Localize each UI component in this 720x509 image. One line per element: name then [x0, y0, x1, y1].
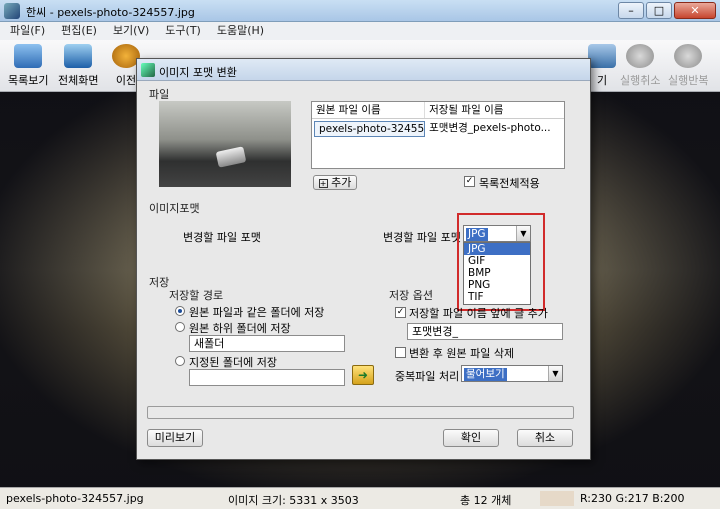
save-group-label: 저장 — [149, 276, 170, 289]
menu-bar: 파일(F) 편집(E) 보기(V) 도구(T) 도움말(H) — [0, 22, 720, 40]
dialog-icon — [141, 63, 155, 77]
col-saved-header[interactable]: 저장될 파일 이름 — [425, 102, 564, 118]
redo-button[interactable]: 실행반복 — [668, 44, 708, 88]
color-swatch — [540, 491, 574, 506]
menu-help[interactable]: 도움말(H) — [217, 22, 264, 40]
apply-all-checkbox[interactable]: ✓ — [464, 176, 475, 187]
file-group-label: 파일 — [149, 88, 170, 101]
sub-folder-label: 원본 하위 폴더에 저장 — [189, 322, 291, 335]
prefix-checkbox[interactable]: ✓ — [395, 307, 406, 318]
window-controls: – □ ✕ — [618, 2, 716, 19]
sub-folder-input[interactable]: 새폴더 — [189, 335, 345, 352]
status-rgb: R:230 G:217 B:200 — [580, 492, 685, 505]
custom-folder-label: 지정된 폴더에 저장 — [189, 356, 277, 369]
title-bar: 한씨 - pexels-photo-324557.jpg – □ ✕ — [0, 0, 720, 22]
duplicate-select[interactable]: 물어보기 ▼ — [461, 365, 563, 382]
list-view-icon — [14, 44, 43, 68]
convert-format-label-2: 변경할 파일 포맷 — [383, 231, 461, 244]
same-folder-radio[interactable] — [175, 306, 185, 316]
progress-bar — [147, 406, 574, 419]
status-filename: pexels-photo-324557.jpg — [6, 492, 144, 505]
format-convert-dialog: 이미지 포맷 변환 파일 원본 파일 이름 저장될 파일 이름 pexels-p… — [136, 58, 591, 460]
convert-format-label: 변경할 파일 포맷 — [183, 231, 261, 244]
file-row[interactable]: pexels-photo-324557.jpg 포맷변경_pexels-phot… — [312, 121, 564, 137]
file-original-name: pexels-photo-324557.jpg — [314, 121, 426, 137]
plus-icon: + — [318, 178, 328, 188]
highlight-box — [457, 213, 545, 311]
full-screen-icon — [64, 44, 93, 68]
menu-file[interactable]: 파일(F) — [10, 22, 45, 40]
preview-button[interactable]: 미리보기 — [147, 429, 203, 447]
ok-button[interactable]: 확인 — [443, 429, 499, 447]
apply-all-label: 목록전체적용 — [479, 177, 540, 190]
rotate-button[interactable]: 기 — [588, 44, 616, 88]
save-options-group-label: 저장 옵션 — [389, 289, 433, 302]
folder-browse-icon[interactable]: ➜ — [352, 365, 374, 385]
duplicate-selected: 물어보기 — [464, 368, 507, 381]
delete-original-checkbox[interactable] — [395, 347, 406, 358]
add-button[interactable]: + 추가 — [313, 175, 357, 190]
custom-folder-radio[interactable] — [175, 356, 185, 366]
menu-tools[interactable]: 도구(T) — [165, 22, 201, 40]
prefix-input[interactable]: 포맷변경_ — [407, 323, 563, 340]
format-group-label: 이미지포맷 — [149, 202, 200, 215]
close-button[interactable]: ✕ — [674, 2, 716, 19]
menu-edit[interactable]: 편집(E) — [61, 22, 97, 40]
save-path-group-label: 저장할 경로 — [169, 289, 224, 302]
status-total: 총 12 개체 — [460, 494, 512, 507]
delete-original-label: 변환 후 원본 파일 삭제 — [409, 347, 515, 360]
full-screen-button[interactable]: 전체화면 — [58, 44, 98, 88]
duplicate-label: 중복파일 처리 — [395, 370, 460, 383]
file-saved-name: 포맷변경_pexels-photo... — [429, 122, 551, 134]
file-list[interactable]: 원본 파일 이름 저장될 파일 이름 pexels-photo-324557.j… — [311, 101, 565, 169]
image-thumbnail — [159, 101, 291, 187]
list-view-button[interactable]: 목록보기 — [8, 44, 48, 88]
same-folder-label: 원본 파일과 같은 폴더에 저장 — [189, 306, 325, 319]
minimize-button[interactable]: – — [618, 2, 644, 19]
window-title: 한씨 - pexels-photo-324557.jpg — [26, 6, 195, 19]
maximize-button[interactable]: □ — [646, 2, 672, 19]
dialog-title-bar: 이미지 포맷 변환 — [137, 59, 590, 81]
undo-icon — [626, 44, 655, 68]
status-image-size: 이미지 크기: 5331 x 3503 — [228, 494, 359, 507]
app-icon — [4, 3, 20, 19]
custom-folder-input[interactable] — [189, 369, 345, 386]
sub-folder-radio[interactable] — [175, 322, 185, 332]
undo-button[interactable]: 실행취소 — [620, 44, 660, 88]
chevron-down-icon[interactable]: ▼ — [548, 366, 562, 381]
prefix-label: 저장할 파일 이름 앞에 글 추가 — [409, 307, 548, 320]
menu-view[interactable]: 보기(V) — [113, 22, 149, 40]
status-bar: pexels-photo-324557.jpg 이미지 크기: 5331 x 3… — [0, 487, 720, 509]
cancel-button[interactable]: 취소 — [517, 429, 573, 447]
col-original-header[interactable]: 원본 파일 이름 — [312, 102, 426, 118]
rotate-icon — [588, 44, 616, 68]
redo-icon — [674, 44, 703, 68]
dialog-title: 이미지 포맷 변환 — [159, 66, 237, 79]
